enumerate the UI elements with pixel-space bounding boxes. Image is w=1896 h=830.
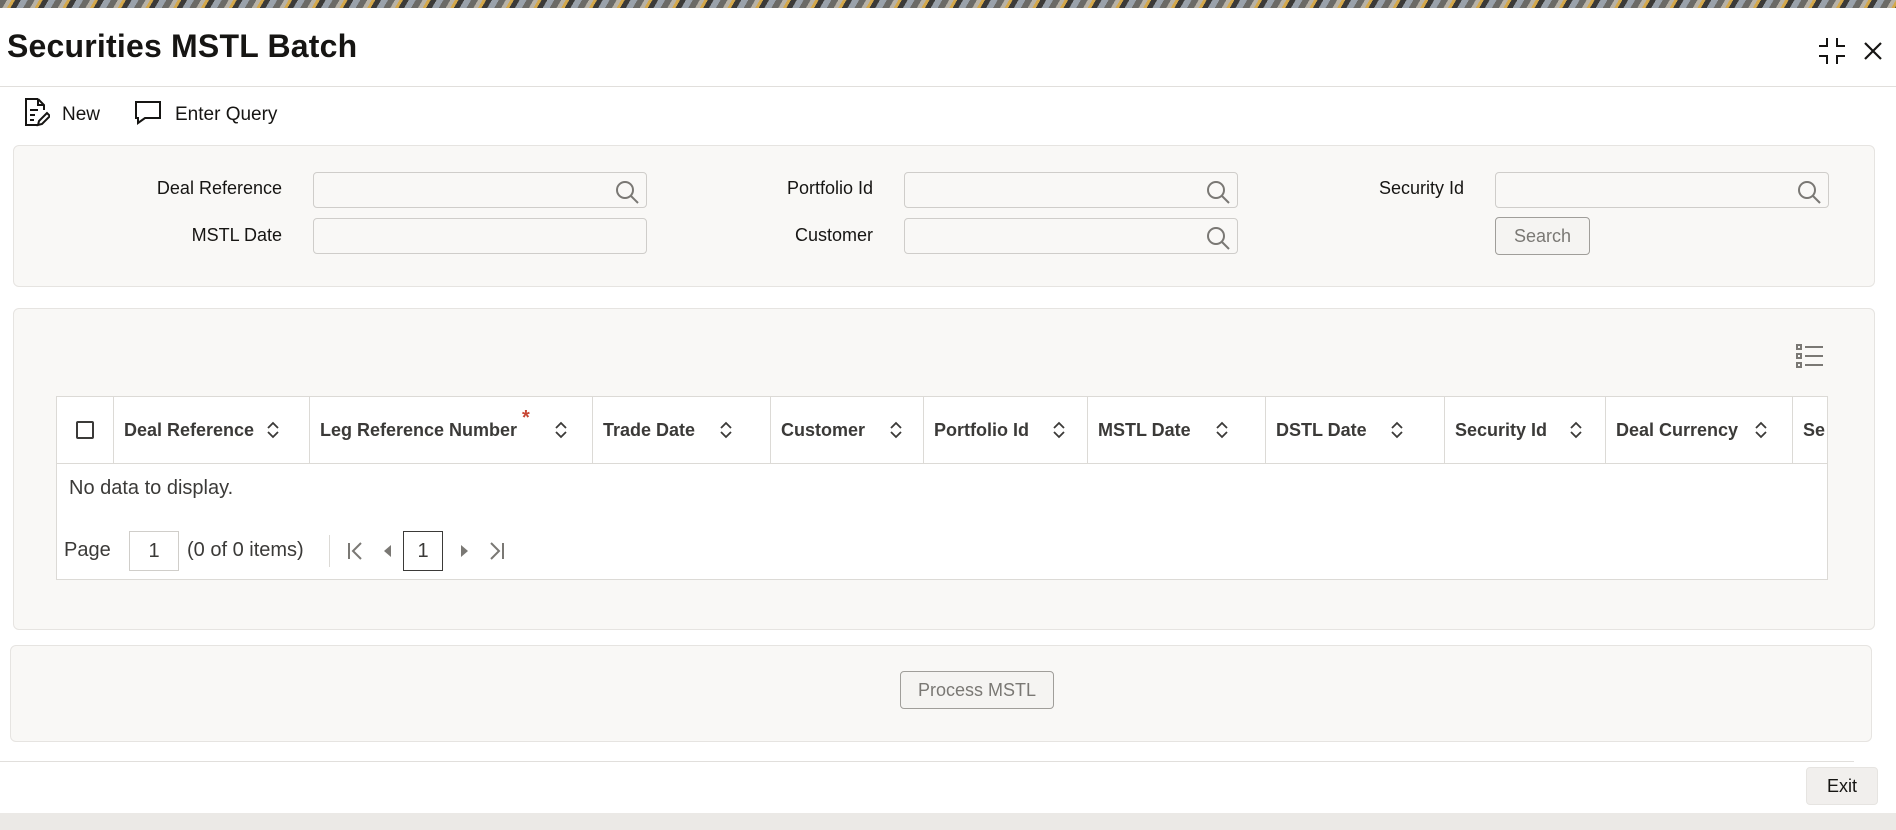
exit-button[interactable]: Exit xyxy=(1806,767,1878,805)
column-label: Leg Reference Number xyxy=(320,419,518,440)
security-id-input[interactable] xyxy=(1496,173,1828,207)
column-header-customer[interactable]: Customer xyxy=(771,397,924,463)
page-number-input[interactable]: 1 xyxy=(129,531,179,571)
select-all-checkbox[interactable] xyxy=(76,421,94,439)
sort-icon[interactable] xyxy=(1052,421,1066,439)
sort-icon[interactable] xyxy=(1215,421,1229,439)
portfolio-id-input[interactable] xyxy=(905,173,1237,207)
new-document-icon xyxy=(20,96,52,134)
results-table: Deal Reference Leg Reference Number * Tr… xyxy=(56,396,1828,580)
search-icon[interactable] xyxy=(614,179,640,205)
new-button[interactable]: New xyxy=(20,96,100,134)
enter-query-label: Enter Query xyxy=(175,104,278,125)
column-label: Deal Currency xyxy=(1616,419,1739,440)
previous-page-icon[interactable] xyxy=(377,540,399,568)
select-all-cell xyxy=(57,397,114,463)
column-label: Customer xyxy=(781,419,866,440)
sort-icon[interactable] xyxy=(889,421,903,439)
column-label: Deal Reference xyxy=(124,419,255,440)
page-title: Securities MSTL Batch xyxy=(7,28,358,64)
current-page-button[interactable]: 1 xyxy=(403,531,443,571)
deal-reference-label: Deal Reference xyxy=(156,178,282,198)
column-label: MSTL Date xyxy=(1098,419,1191,440)
process-mstl-button[interactable]: Process MSTL xyxy=(900,671,1054,709)
column-header-portfolio-id[interactable]: Portfolio Id xyxy=(924,397,1088,463)
column-label: Trade Date xyxy=(603,419,696,440)
search-icon[interactable] xyxy=(1205,225,1231,251)
column-header-dstl-date[interactable]: DSTL Date xyxy=(1266,397,1445,463)
column-header-deal-currency[interactable]: Deal Currency xyxy=(1606,397,1793,463)
security-id-field[interactable] xyxy=(1495,172,1829,208)
footer-divider xyxy=(0,761,1854,762)
search-button[interactable]: Search xyxy=(1495,217,1590,255)
items-count: (0 of 0 items) xyxy=(187,539,304,561)
window-titlebar: Securities MSTL Batch xyxy=(0,8,1896,86)
pagination: Page 1 (0 of 0 items) 1 xyxy=(57,531,657,571)
page-label: Page xyxy=(64,539,111,561)
portfolio-id-field[interactable] xyxy=(904,172,1238,208)
sort-icon[interactable] xyxy=(1390,421,1404,439)
last-page-icon[interactable] xyxy=(485,540,507,568)
comment-icon xyxy=(133,97,163,133)
empty-message: No data to display. xyxy=(69,477,234,499)
column-header-deal-reference[interactable]: Deal Reference xyxy=(114,397,310,463)
column-header-security-id[interactable]: Security Id xyxy=(1445,397,1606,463)
search-icon[interactable] xyxy=(1796,179,1822,205)
security-id-label: Security Id xyxy=(1378,178,1464,198)
table-header-row: Deal Reference Leg Reference Number * Tr… xyxy=(57,397,1827,464)
next-page-icon[interactable] xyxy=(453,540,475,568)
customer-input[interactable] xyxy=(905,219,1237,253)
required-marker: * xyxy=(522,407,530,429)
bottom-bar xyxy=(0,813,1896,830)
sort-icon[interactable] xyxy=(1569,421,1583,439)
search-criteria-panel xyxy=(13,145,1875,287)
deal-reference-field[interactable] xyxy=(313,172,647,208)
column-label: Portfolio Id xyxy=(934,419,1029,440)
portfolio-id-label: Portfolio Id xyxy=(786,178,873,198)
search-icon[interactable] xyxy=(1205,179,1231,205)
sort-icon[interactable] xyxy=(719,421,733,439)
sort-icon[interactable] xyxy=(554,421,568,439)
column-list-icon[interactable] xyxy=(1795,341,1825,371)
header-decorative-strip xyxy=(0,0,1896,8)
column-label: Se xyxy=(1803,419,1826,440)
enter-query-button[interactable]: Enter Query xyxy=(133,96,277,134)
close-icon[interactable] xyxy=(1856,34,1890,68)
column-label: DSTL Date xyxy=(1276,419,1367,440)
customer-label: Customer xyxy=(794,225,873,245)
mstl-date-label: MSTL Date xyxy=(191,225,282,245)
column-header-mstl-date[interactable]: MSTL Date xyxy=(1088,397,1266,463)
mstl-date-field[interactable] xyxy=(313,218,647,254)
customer-field[interactable] xyxy=(904,218,1238,254)
title-divider xyxy=(0,86,1896,87)
collapse-arrows-icon[interactable] xyxy=(1815,34,1849,68)
pager-divider xyxy=(329,535,330,567)
column-header-truncated[interactable]: Se xyxy=(1793,397,1827,463)
column-header-leg-reference-number[interactable]: Leg Reference Number * xyxy=(310,397,593,463)
column-header-trade-date[interactable]: Trade Date xyxy=(593,397,771,463)
new-button-label: New xyxy=(62,104,101,125)
sort-icon[interactable] xyxy=(1754,421,1768,439)
first-page-icon[interactable] xyxy=(345,540,367,568)
column-label: Security Id xyxy=(1455,419,1548,440)
sort-icon[interactable] xyxy=(266,421,280,439)
mstl-date-input[interactable] xyxy=(314,219,646,253)
deal-reference-input[interactable] xyxy=(314,173,646,207)
